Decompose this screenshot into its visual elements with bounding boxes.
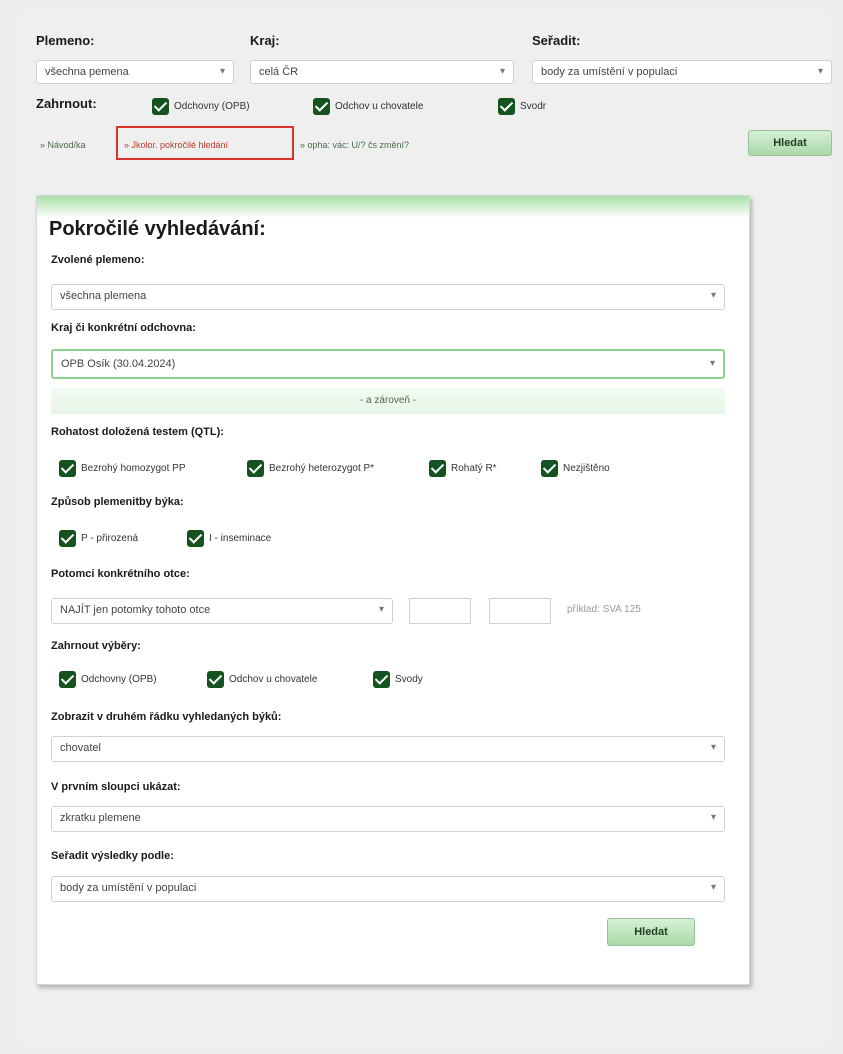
kraj-odchovna-label: Kraj či konkrétní odchovna:	[51, 322, 196, 334]
checkbox-svody[interactable]: Svodr	[498, 96, 546, 116]
kraj-odchovna-value: OPB Osík (30.04.2024)	[61, 358, 176, 370]
potomci-hint: příklad: SVA 125	[567, 604, 641, 615]
chevron-down-icon: ▾	[709, 358, 715, 369]
checkbox-label: Bezrohý homozygot PP	[81, 462, 186, 474]
seradit-label: Seřadit:	[532, 33, 581, 48]
checkbox-checked-icon	[313, 97, 330, 115]
checkbox-bezrohy-homozygot[interactable]: Bezrohý homozygot PP	[59, 458, 186, 478]
zahrnout-label: Zahrnout:	[36, 96, 97, 111]
chevron-down-icon: ▾	[710, 882, 716, 893]
chevron-down-icon: ▾	[378, 604, 384, 615]
zvolene-plemeno-value: všechna plemena	[60, 290, 147, 302]
checkbox-nezjisteno[interactable]: Nezjištěno	[541, 458, 610, 478]
checkbox-label: I - inseminace	[209, 532, 272, 544]
checkbox-inseminace[interactable]: I - inseminace	[187, 528, 271, 548]
kraj-select-value: celá ČR	[259, 66, 299, 78]
checkbox-checked-icon	[541, 459, 558, 477]
druhy-radek-label: Zobrazit v druhém řádku vyhledaných býků…	[51, 711, 282, 723]
kraj-odchovna-select[interactable]: OPB Osík (30.04.2024) ▾	[51, 349, 725, 379]
chevron-down-icon: ▾	[710, 812, 716, 823]
otec-code-input-2[interactable]	[489, 598, 551, 624]
plemeno-select-value: všechna pemena	[45, 66, 129, 78]
checkbox-checked-icon	[373, 670, 390, 688]
checkbox-label: Odchovny (OPB)	[81, 673, 157, 685]
kraj-label: Kraj:	[250, 33, 280, 48]
checkbox-label: Odchovny (OPB)	[174, 100, 250, 112]
checkbox-label: Svodr	[520, 100, 547, 112]
panel-header-gradient	[37, 196, 749, 218]
link-pokrocile-hledani[interactable]: » Jkolor. pokročilé hledání	[124, 140, 228, 150]
seradit-select[interactable]: body za umístění v populaci ▾	[532, 60, 832, 84]
checkbox-checked-icon	[152, 97, 169, 115]
potomci-select-value: NAJÍT jen potomky tohoto otce	[60, 604, 211, 616]
link-navod[interactable]: » Návod/ka	[40, 140, 86, 150]
checkbox-label: Bezrohý heterozygot P*	[269, 462, 375, 474]
checkbox-vybery-odchov-u-chovatele[interactable]: Odchov u chovatele	[207, 669, 317, 689]
zaroven-divider: - a zároveň -	[51, 388, 725, 414]
chevron-down-icon: ▾	[219, 66, 225, 77]
link-opha[interactable]: » opha: vác: U/? čs změní?	[300, 140, 409, 150]
checkbox-odchov-u-chovatele[interactable]: Odchov u chovatele	[313, 96, 423, 116]
checkbox-checked-icon	[207, 670, 224, 688]
prvni-sloupec-value: zkratku plemene	[60, 812, 141, 824]
otec-code-input-1[interactable]	[409, 598, 471, 624]
hledat-button-panel[interactable]: Hledat	[607, 918, 695, 946]
plemeno-label: Plemeno:	[36, 33, 95, 48]
prvni-sloupec-label: V prvním sloupci ukázat:	[51, 781, 181, 793]
checkbox-vybery-svody[interactable]: Svody	[373, 669, 423, 689]
chevron-down-icon: ▾	[710, 742, 716, 753]
checkbox-bezrohy-heterozygot[interactable]: Bezrohý heterozygot P*	[247, 458, 374, 478]
druhy-radek-value: chovatel	[60, 742, 101, 754]
checkbox-rohaty[interactable]: Rohatý R*	[429, 458, 497, 478]
kraj-select[interactable]: celá ČR ▾	[250, 60, 514, 84]
checkbox-label: Nezjištěno	[563, 462, 610, 474]
checkbox-checked-icon	[59, 459, 76, 477]
prvni-sloupec-select[interactable]: zkratku plemene ▾	[51, 806, 725, 832]
chevron-down-icon: ▾	[710, 290, 716, 301]
panel-title: Pokročilé vyhledávání:	[49, 218, 266, 240]
rohatost-label: Rohatost doložená testem (QTL):	[51, 426, 224, 438]
potomci-label: Potomci konkrétního otce:	[51, 568, 190, 580]
checkbox-vybery-odchovny[interactable]: Odchovny (OPB)	[59, 669, 157, 689]
zvolene-plemeno-label: Zvolené plemeno:	[51, 254, 145, 266]
checkbox-checked-icon	[498, 97, 515, 115]
checkbox-label: Svody	[395, 673, 423, 685]
seradit-vysledky-value: body za umístění v populaci	[60, 882, 197, 894]
checkbox-label: P - přirozená	[81, 532, 139, 544]
zpusob-plemenitby-label: Způsob plemenitby býka:	[51, 496, 184, 508]
checkbox-checked-icon	[59, 529, 76, 547]
checkbox-label: Odchov u chovatele	[335, 100, 424, 112]
checkbox-label: Rohatý R*	[451, 462, 497, 474]
seradit-select-value: body za umístění v populaci	[541, 66, 678, 78]
checkbox-checked-icon	[187, 529, 204, 547]
zahrnout-vybery-label: Zahrnout výběry:	[51, 640, 141, 652]
chevron-down-icon: ▾	[499, 66, 505, 77]
checkbox-label: Odchov u chovatele	[229, 673, 318, 685]
checkbox-checked-icon	[59, 670, 76, 688]
seradit-vysledky-select[interactable]: body za umístění v populaci ▾	[51, 876, 725, 902]
checkbox-odchovny[interactable]: Odchovny (OPB)	[152, 96, 250, 116]
plemeno-select[interactable]: všechna pemena ▾	[36, 60, 234, 84]
hledat-button-top[interactable]: Hledat	[748, 130, 832, 156]
druhy-radek-select[interactable]: chovatel ▾	[51, 736, 725, 762]
chevron-down-icon: ▾	[817, 66, 823, 77]
seradit-vysledky-label: Seřadit výsledky podle:	[51, 850, 174, 862]
checkbox-prirozena[interactable]: P - přirozená	[59, 528, 138, 548]
checkbox-checked-icon	[429, 459, 446, 477]
checkbox-checked-icon	[247, 459, 264, 477]
advanced-search-panel: Pokročilé vyhledávání: Zvolené plemeno: …	[36, 195, 750, 985]
potomci-select[interactable]: NAJÍT jen potomky tohoto otce ▾	[51, 598, 393, 624]
zvolene-plemeno-select[interactable]: všechna plemena ▾	[51, 284, 725, 310]
